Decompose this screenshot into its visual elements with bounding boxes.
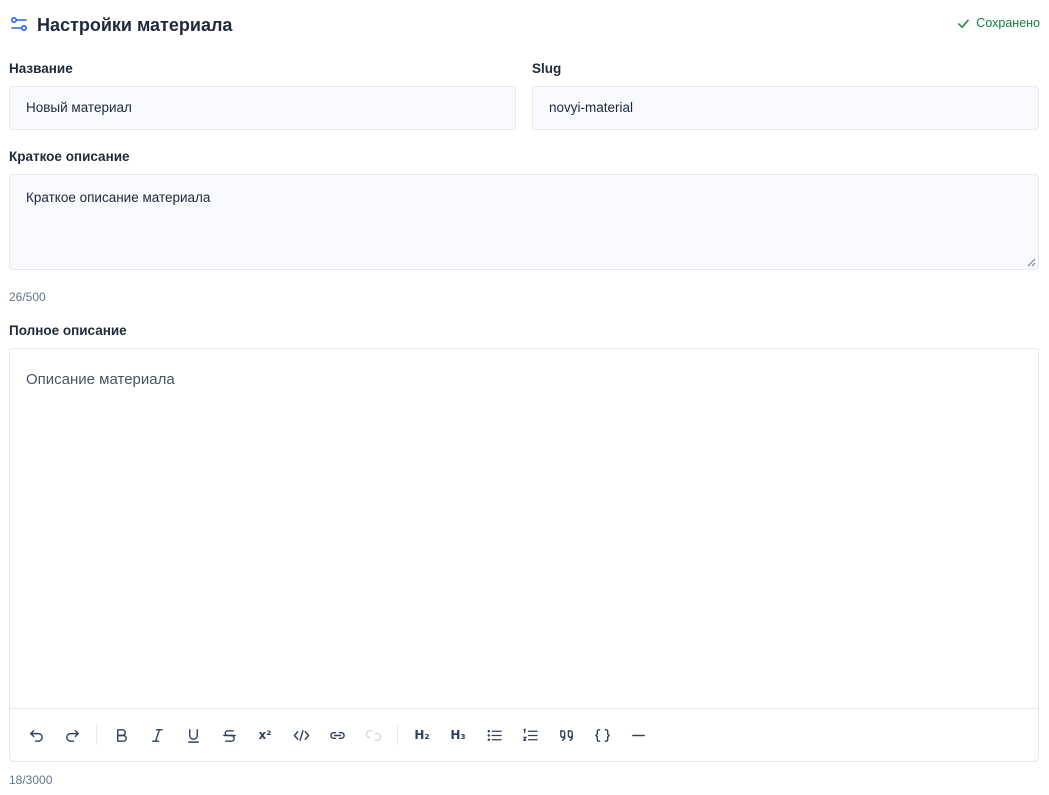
code-icon — [293, 729, 309, 741]
blockquote-button[interactable] — [548, 717, 584, 753]
strikethrough-button[interactable] — [211, 717, 247, 753]
bullet-list-button[interactable] — [476, 717, 512, 753]
strikethrough-icon — [222, 729, 236, 742]
ordered-list-button[interactable] — [512, 717, 548, 753]
name-input[interactable]: Новый материал — [9, 86, 516, 130]
italic-button[interactable] — [139, 717, 175, 753]
link-icon — [329, 731, 345, 739]
name-label: Название — [9, 61, 73, 76]
short-description-counter: 26/500 — [9, 290, 46, 304]
heading-3-button[interactable]: H₃ — [440, 717, 476, 753]
heading-2-icon: H₂ — [414, 728, 430, 742]
toolbar-divider — [96, 725, 97, 745]
short-description-label: Краткое описание — [9, 149, 130, 164]
bold-button[interactable] — [103, 717, 139, 753]
underline-icon — [187, 728, 199, 743]
bold-icon — [116, 728, 127, 742]
sliders-icon — [10, 16, 28, 32]
unlink-icon — [365, 729, 381, 741]
editor-content[interactable]: Описание материала — [26, 371, 175, 388]
unlink-button[interactable] — [355, 717, 391, 753]
redo-button[interactable] — [54, 717, 90, 753]
page-title: Настройки материала — [37, 15, 233, 35]
editor-toolbar: x² H₂ H₃ — [10, 708, 1038, 761]
italic-icon — [151, 728, 163, 742]
save-status: Сохранено — [957, 15, 1040, 31]
superscript-icon: x² — [258, 728, 272, 742]
link-button[interactable] — [319, 717, 355, 753]
undo-icon — [29, 729, 43, 742]
toolbar-divider — [397, 725, 398, 745]
redo-icon — [65, 729, 79, 742]
slug-input[interactable]: novyi-material — [532, 86, 1039, 130]
ordered-list-icon — [522, 727, 538, 741]
rich-text-editor: Описание материала x² H₂ H₃ — [9, 348, 1039, 762]
code-button[interactable] — [283, 717, 319, 753]
slug-label: Slug — [532, 61, 562, 76]
short-description-textarea[interactable]: Краткое описание материала — [9, 174, 1039, 270]
underline-button[interactable] — [175, 717, 211, 753]
superscript-button[interactable]: x² — [247, 717, 283, 753]
bullet-list-icon — [487, 729, 502, 741]
horizontal-rule-icon — [631, 734, 645, 736]
code-block-button[interactable] — [584, 717, 620, 753]
undo-button[interactable] — [18, 717, 54, 753]
full-description-counter: 18/3000 — [9, 773, 53, 787]
resize-handle-icon[interactable] — [1027, 258, 1036, 267]
settings-header: Настройки материала Сохранено — [9, 12, 1040, 38]
full-description-label: Полное описание — [9, 323, 127, 338]
check-icon — [958, 19, 970, 28]
blockquote-icon — [559, 729, 573, 741]
short-description-value: Краткое описание материала — [26, 190, 211, 205]
save-status-label: Сохранено — [976, 16, 1040, 30]
heading-2-button[interactable]: H₂ — [404, 717, 440, 753]
horizontal-rule-button[interactable] — [620, 717, 656, 753]
heading-3-icon: H₃ — [450, 728, 466, 742]
code-block-icon — [594, 728, 610, 742]
